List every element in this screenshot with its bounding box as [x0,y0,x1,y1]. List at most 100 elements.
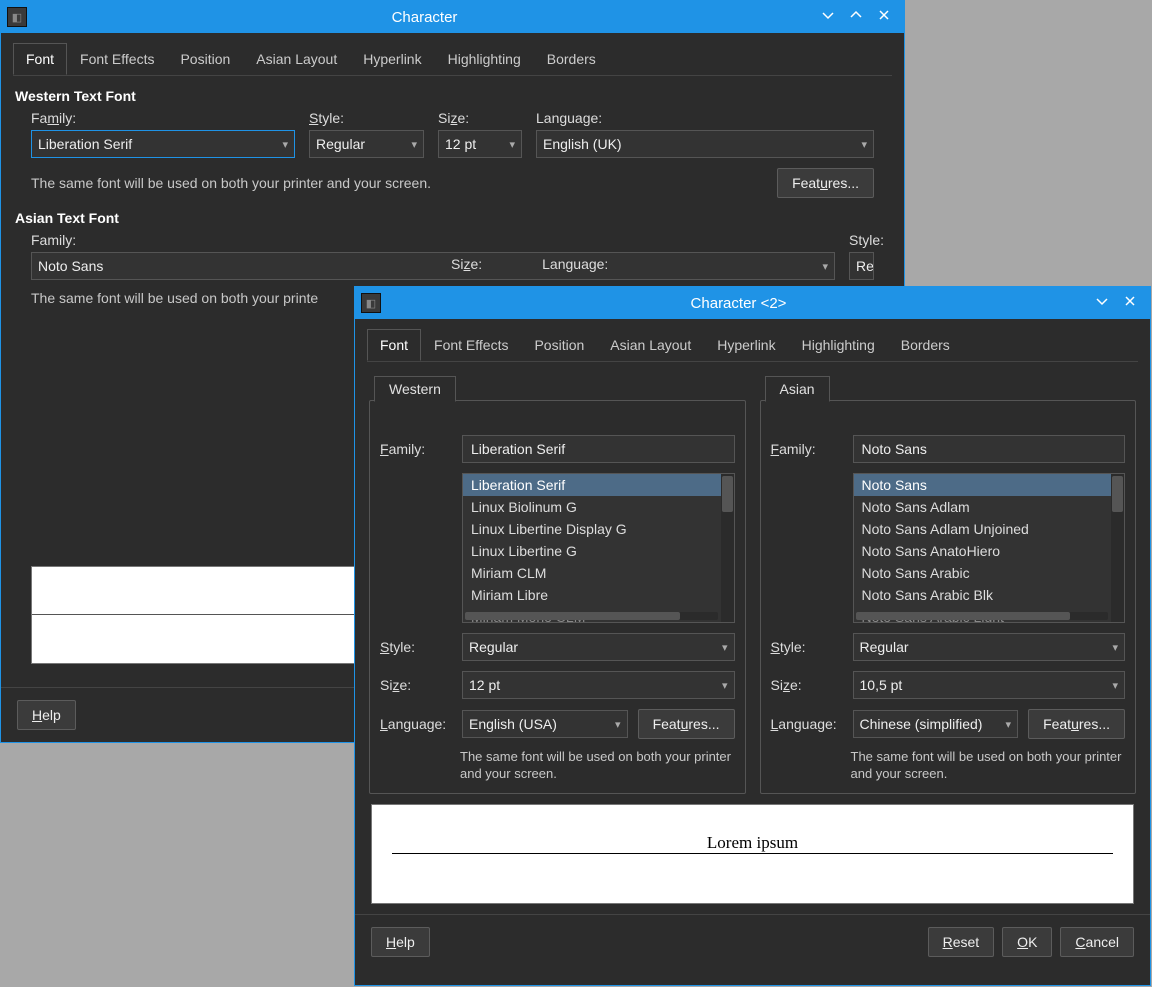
list-item[interactable]: Linux Libertine G [463,540,721,562]
w2-asian-font-list[interactable]: Noto Sans Noto Sans Adlam Noto Sans Adla… [853,473,1126,623]
list-item[interactable]: Noto Sans [854,474,1112,496]
tab-position[interactable]: Position [521,329,597,361]
western-family-label: Family: [31,110,295,126]
scrollbar-horizontal[interactable] [465,612,718,620]
list-item[interactable]: Noto Sans Adlam [854,496,1112,518]
list-item[interactable]: Noto Sans AnatoHiero [854,540,1112,562]
help-button[interactable]: Help [371,927,430,957]
w2-western-size-label: Size: [380,677,452,693]
chevron-down-icon: ▾ [509,138,515,151]
w2-asian-features-button[interactable]: Features... [1028,709,1125,739]
western-heading: Western Text Font [15,88,890,104]
reset-button[interactable]: Reset [928,927,995,957]
western-size-combo[interactable]: 12 pt ▾ [438,130,522,158]
western-family-combo[interactable]: Liberation Serif ▾ [31,130,295,158]
maximize-icon[interactable] [842,8,870,26]
tab-position[interactable]: Position [167,43,243,75]
western-style-combo[interactable]: Regular ▾ [309,130,424,158]
asian-pane-tab[interactable]: Asian [765,376,830,402]
western-size-label: Size: [438,110,522,126]
tab-hyperlink[interactable]: Hyperlink [350,43,434,75]
close-icon[interactable] [1116,294,1144,312]
w2-western-style-combo[interactable]: Regular▾ [462,633,735,661]
preview-text: Lorem ipsum [707,833,798,853]
w2-western-family-input[interactable]: Liberation Serif [462,435,735,463]
western-hint: The same font will be used on both your … [31,175,763,191]
list-item[interactable]: Miriam CLM [463,562,721,584]
tab-font[interactable]: Font [13,43,67,75]
chevron-down-icon: ▾ [1112,641,1118,654]
scrollbar-vertical[interactable] [721,474,734,622]
w2-western-font-list[interactable]: Liberation Serif Linux Biolinum G Linux … [462,473,735,623]
tab-asian-layout[interactable]: Asian Layout [243,43,350,75]
app-icon: ◧ [361,293,381,313]
w2-western-size-combo[interactable]: 12 pt▾ [462,671,735,699]
chevron-down-icon: ▾ [411,138,417,151]
chevron-down-icon: ▾ [822,260,828,273]
w2-asian-family-label: Family: [771,441,843,457]
tab-highlighting[interactable]: Highlighting [435,43,534,75]
w2-western-family-label: Family: [380,441,452,457]
asian-size-label: Size: [451,256,482,272]
western-lang-combo[interactable]: English (UK) ▾ [536,130,874,158]
chevron-down-icon: ▾ [282,138,288,151]
tab-highlighting[interactable]: Highlighting [789,329,888,361]
western-family-value: Liberation Serif [38,136,132,152]
tab-borders[interactable]: Borders [888,329,963,361]
minimize-icon[interactable] [1088,294,1116,312]
w2-asian-lang-combo[interactable]: Chinese (simplified)▾ [853,710,1019,738]
ok-button[interactable]: OK [1002,927,1052,957]
list-item[interactable]: Noto Sans Arabic Blk [854,584,1112,606]
w2-western-lang-label: Language: [380,716,452,732]
window-title: Character <2> [389,295,1088,312]
western-features-button[interactable]: Features... [777,168,874,198]
help-button[interactable]: Help [17,700,76,730]
w2-western-hint: The same font will be used on both your … [460,749,735,783]
titlebar[interactable]: ◧ Character [1,1,904,33]
scrollbar-horizontal[interactable] [856,612,1109,620]
window-title: Character [35,9,814,26]
w2-western-features-button[interactable]: Features... [638,709,735,739]
w2-asian-lang-label: Language: [771,716,843,732]
bottom-bar: Help Reset OK Cancel [355,914,1150,969]
chevron-down-icon: ▾ [722,679,728,692]
font-preview: Lorem ipsum [371,804,1134,904]
western-size-value: 12 pt [445,136,476,152]
scrollbar-vertical[interactable] [1111,474,1124,622]
tab-font-effects[interactable]: Font Effects [67,43,167,75]
tab-hyperlink[interactable]: Hyperlink [704,329,788,361]
asian-family-label: Family: [31,232,835,248]
asian-style-label: Style: [849,232,874,248]
tab-font-effects[interactable]: Font Effects [421,329,521,361]
list-item[interactable]: Linux Libertine Display G [463,518,721,540]
asian-heading: Asian Text Font [15,210,890,226]
list-item[interactable]: Noto Sans Arabic [854,562,1112,584]
titlebar[interactable]: ◧ Character <2> [355,287,1150,319]
tab-font[interactable]: Font [367,329,421,361]
w2-asian-style-label: Style: [771,639,843,655]
tab-borders[interactable]: Borders [534,43,609,75]
list-item[interactable]: Liberation Serif [463,474,721,496]
cancel-button[interactable]: Cancel [1060,927,1134,957]
asian-pane: Asian Family: Noto Sans Noto Sans Noto S… [760,400,1137,794]
tabbar: Font Font Effects Position Asian Layout … [13,43,892,76]
minimize-icon[interactable] [814,8,842,26]
w2-western-style-label: Style: [380,639,452,655]
list-item[interactable]: Miriam Libre [463,584,721,606]
w2-asian-size-combo[interactable]: 10,5 pt▾ [853,671,1126,699]
list-item[interactable]: Linux Biolinum G [463,496,721,518]
w2-asian-size-label: Size: [771,677,843,693]
tabbar: Font Font Effects Position Asian Layout … [367,329,1138,362]
tab-asian-layout[interactable]: Asian Layout [597,329,704,361]
close-icon[interactable] [870,8,898,26]
asian-family-value: Noto Sans [38,258,103,274]
western-lang-value: English (UK) [543,136,622,152]
asian-style-combo[interactable]: Re [849,252,874,280]
w2-asian-family-input[interactable]: Noto Sans [853,435,1126,463]
app-icon: ◧ [7,7,27,27]
list-item[interactable]: Noto Sans Adlam Unjoined [854,518,1112,540]
w2-western-lang-combo[interactable]: English (USA)▾ [462,710,628,738]
w2-asian-style-combo[interactable]: Regular▾ [853,633,1126,661]
western-style-value: Regular [316,136,365,152]
western-pane-tab[interactable]: Western [374,376,456,402]
